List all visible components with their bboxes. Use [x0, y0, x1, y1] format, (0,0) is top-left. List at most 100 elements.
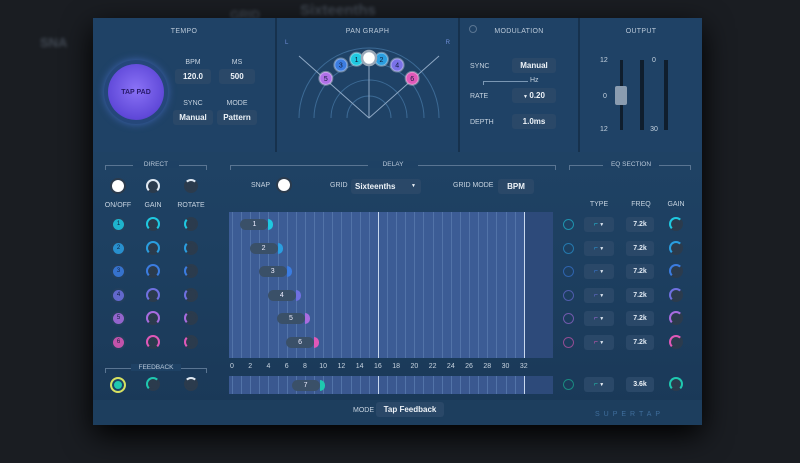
eq-type-dropdown-6[interactable]: ⌐ ▼ — [584, 334, 614, 350]
tap-handle[interactable] — [304, 313, 310, 324]
sync-label: SYNC — [183, 100, 203, 107]
tap-handle[interactable] — [286, 266, 292, 277]
delay-tap-1[interactable]: 1 — [240, 219, 269, 230]
tap-rotate-knob-2[interactable] — [184, 240, 198, 255]
tap-handle[interactable] — [295, 289, 301, 301]
eq-gain-knob-2[interactable] — [669, 240, 683, 255]
pan-tap-node-6[interactable]: 6 — [404, 70, 420, 86]
delay-title: DELAY — [368, 161, 418, 168]
pan-tap-node-3[interactable]: 3 — [333, 57, 349, 73]
pan-tap-node-5[interactable]: 5 — [318, 70, 334, 86]
grid-mode-field[interactable]: BPM — [498, 179, 534, 194]
eq-gain-knob-4[interactable] — [669, 287, 683, 302]
tempo-panel: TEMPO TAP PAD BPM 120.0 MS 500 SYNC Manu… — [93, 18, 277, 152]
feedback-on-off-toggle[interactable] — [110, 377, 126, 393]
feedback-gain-knob[interactable] — [146, 377, 160, 391]
tap-rotate-knob-4[interactable] — [184, 287, 198, 302]
rate-field[interactable]: ▼ 0.20 — [512, 88, 556, 103]
feedback-eq-gain-knob[interactable] — [669, 377, 683, 391]
tap-gain-knob-3[interactable] — [146, 264, 160, 278]
pan-tap-label: 2 — [380, 57, 384, 64]
snap-toggle[interactable] — [278, 179, 290, 191]
tap-on-off-2[interactable]: 2 — [113, 242, 124, 254]
eq-type-dropdown-1[interactable]: ⌐ ▼ — [584, 217, 614, 232]
output-fader-handle[interactable] — [615, 86, 627, 105]
meter-top-label: 0 — [652, 57, 656, 64]
grid-mode-label: GRID MODE — [453, 182, 494, 189]
eq-freq-3[interactable]: 7.2k — [626, 264, 654, 279]
feedback-lane[interactable]: 7 — [229, 376, 553, 394]
delay-tap-5[interactable]: 5 — [276, 313, 305, 324]
fader-mid-label: 0 — [603, 93, 607, 100]
tap-handle[interactable] — [277, 242, 283, 254]
eq-toggle-5[interactable] — [563, 313, 574, 324]
pan-graph[interactable]: 1 2 3 4 5 6 — [277, 18, 460, 152]
eq-type-dropdown-3[interactable]: ⌐ ▼ — [584, 264, 614, 279]
eq-type-dropdown-5[interactable]: ⌐ ▼ — [584, 311, 614, 326]
tap-on-off-6[interactable]: 6 — [113, 336, 124, 348]
delay-tap-3[interactable]: 3 — [258, 266, 287, 277]
eq-toggle-1[interactable] — [563, 219, 574, 230]
tap-on-off-5[interactable]: 5 — [113, 313, 124, 324]
depth-field[interactable]: 1.0ms — [512, 114, 556, 129]
grid-line — [469, 376, 471, 394]
tap-gain-knob-1[interactable] — [146, 217, 160, 231]
pan-tap-node-4[interactable]: 4 — [389, 57, 405, 73]
tap-rotate-knob-3[interactable] — [184, 264, 198, 278]
delay-tap-2[interactable]: 2 — [249, 242, 278, 254]
feedback-eq-type-dropdown[interactable]: ⌐ ▼ — [584, 377, 614, 392]
tap-gain-knob-4[interactable] — [146, 287, 160, 302]
tap-gain-knob-6[interactable] — [146, 334, 160, 349]
tap-on-off-1[interactable]: 1 — [113, 219, 124, 230]
eq-toggle-6[interactable] — [563, 336, 574, 348]
fader-top-label: 12 — [600, 57, 608, 64]
pan-center-node[interactable] — [360, 49, 378, 67]
tap-gain-knob-5[interactable] — [146, 311, 160, 325]
sync-dropdown[interactable]: Manual — [173, 110, 213, 125]
delay-tap-4[interactable]: 4 — [267, 289, 296, 301]
time-tick-label: 6 — [284, 363, 289, 370]
eq-toggle-2[interactable] — [563, 242, 574, 254]
grid-dropdown[interactable]: Sixteenths ▼ — [351, 179, 421, 194]
eq-gain-knob-5[interactable] — [669, 311, 683, 325]
tap-handle[interactable] — [268, 219, 274, 230]
time-tick-label: 12 — [337, 363, 346, 370]
feedback-rotate-knob[interactable] — [184, 377, 198, 391]
grid-line — [359, 376, 361, 394]
tap-on-off-4[interactable]: 4 — [113, 289, 124, 301]
eq-freq-5[interactable]: 7.2k — [626, 311, 654, 326]
tap-pad-button[interactable]: TAP PAD — [108, 64, 164, 120]
eq-freq-1[interactable]: 7.2k — [626, 217, 654, 232]
eq-gain-knob-6[interactable] — [669, 334, 683, 349]
direct-on-off-toggle[interactable] — [112, 180, 124, 192]
feedback-eq-toggle[interactable] — [563, 379, 574, 390]
eq-type-label: TYPE — [589, 201, 609, 208]
bpm-field[interactable]: 120.0 — [175, 69, 211, 84]
tap-on-off-3[interactable]: 3 — [113, 266, 124, 277]
eq-freq-6[interactable]: 7.2k — [626, 334, 654, 350]
rate-label: RATE — [470, 93, 489, 100]
mode-bottom-dropdown[interactable]: Tap Feedback — [376, 402, 444, 417]
ms-field[interactable]: 500 — [219, 69, 255, 84]
eq-freq-4[interactable]: 7.2k — [626, 287, 654, 303]
mod-sync-dropdown[interactable]: Manual — [512, 58, 556, 73]
tap-handle[interactable] — [314, 336, 320, 348]
feedback-eq-freq[interactable]: 3.6k — [626, 377, 654, 392]
eq-freq-2[interactable]: 7.2k — [626, 240, 654, 256]
tap-gain-knob-2[interactable] — [146, 240, 160, 255]
delay-tap-7[interactable]: 7 — [291, 380, 320, 391]
tap-rotate-knob-1[interactable] — [184, 217, 198, 231]
mode-dropdown[interactable]: Pattern — [217, 110, 257, 125]
delay-grid[interactable]: 1 2 3 4 5 6 — [229, 212, 553, 358]
eq-type-dropdown-2[interactable]: ⌐ ▼ — [584, 240, 614, 256]
eq-toggle-3[interactable] — [563, 266, 574, 277]
direct-gain-knob[interactable] — [146, 179, 160, 193]
delay-tap-6[interactable]: 6 — [286, 336, 315, 348]
eq-type-dropdown-4[interactable]: ⌐ ▼ — [584, 287, 614, 303]
eq-gain-knob-3[interactable] — [669, 264, 683, 278]
eq-toggle-4[interactable] — [563, 289, 574, 301]
tap-rotate-knob-5[interactable] — [184, 311, 198, 325]
eq-gain-knob-1[interactable] — [669, 217, 683, 231]
direct-rotate-knob[interactable] — [184, 179, 198, 193]
tap-rotate-knob-6[interactable] — [184, 334, 198, 349]
